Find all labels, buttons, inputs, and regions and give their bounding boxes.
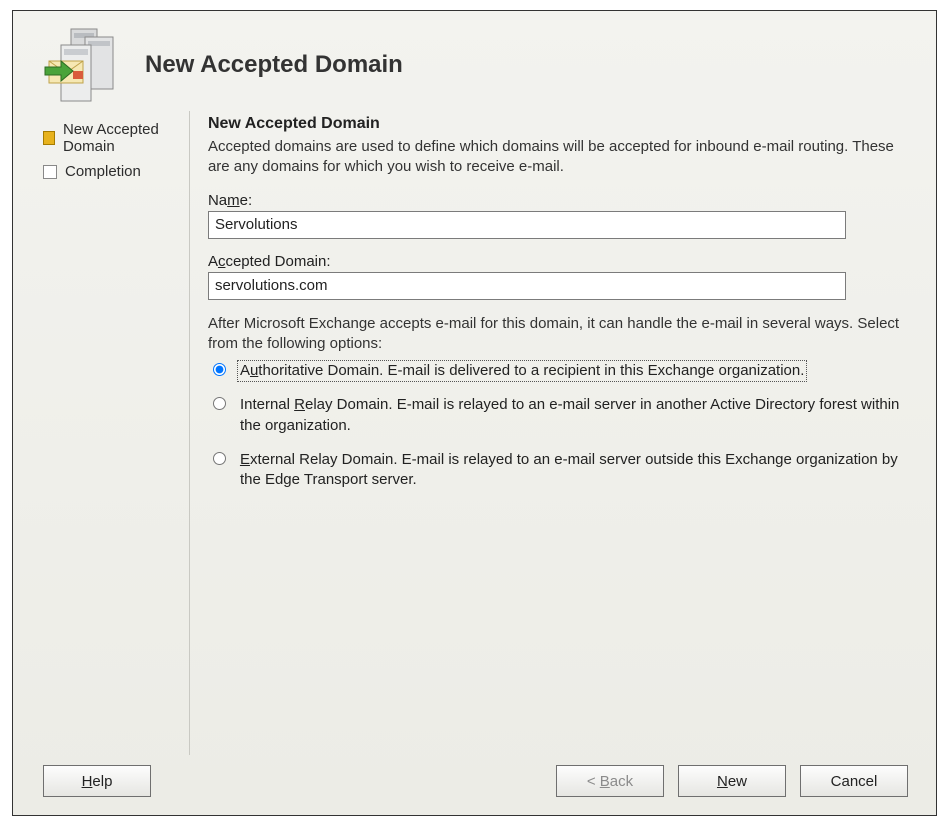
option-internal-relay-label: Internal Relay Domain. E-mail is relayed… <box>237 394 918 437</box>
step-pending-icon <box>43 165 57 179</box>
option-authoritative-label: Authoritative Domain. E-mail is delivere… <box>237 360 807 382</box>
option-authoritative[interactable]: Authoritative Domain. E-mail is delivere… <box>208 360 918 382</box>
wizard-header: New Accepted Domain <box>13 11 936 111</box>
step-completion: Completion <box>43 159 189 184</box>
help-button[interactable]: Help <box>43 765 151 797</box>
option-external-relay-radio[interactable] <box>213 452 226 465</box>
option-external-relay-label: External Relay Domain. E-mail is relayed… <box>237 449 918 492</box>
accepted-domain-label: Accepted Domain: <box>208 253 918 270</box>
wizard-footer: Help < Back New Cancel <box>13 755 936 815</box>
name-label: Name: <box>208 192 918 209</box>
step-new-accepted-domain: New Accepted Domain <box>43 117 189 159</box>
content-description: Accepted domains are used to define whic… <box>208 137 918 178</box>
wizard-steps-sidebar: New Accepted Domain Completion <box>43 111 190 755</box>
accepted-domain-input[interactable] <box>208 272 846 300</box>
cancel-button[interactable]: Cancel <box>800 765 908 797</box>
step-label: Completion <box>65 163 141 180</box>
wizard-window: New Accepted Domain New Accepted Domain … <box>12 10 937 816</box>
back-button: < Back <box>556 765 664 797</box>
step-label: New Accepted Domain <box>63 121 189 155</box>
wizard-content: New Accepted Domain Accepted domains are… <box>190 111 918 755</box>
option-internal-relay-radio[interactable] <box>213 397 226 410</box>
option-internal-relay[interactable]: Internal Relay Domain. E-mail is relayed… <box>208 394 918 437</box>
options-intro: After Microsoft Exchange accepts e-mail … <box>208 314 918 355</box>
servers-mail-icon <box>43 27 119 103</box>
content-heading: New Accepted Domain <box>208 115 918 133</box>
wizard-title: New Accepted Domain <box>145 51 403 79</box>
step-active-icon <box>43 131 55 145</box>
option-external-relay[interactable]: External Relay Domain. E-mail is relayed… <box>208 449 918 492</box>
option-authoritative-radio[interactable] <box>213 363 226 376</box>
name-input[interactable] <box>208 211 846 239</box>
new-button[interactable]: New <box>678 765 786 797</box>
